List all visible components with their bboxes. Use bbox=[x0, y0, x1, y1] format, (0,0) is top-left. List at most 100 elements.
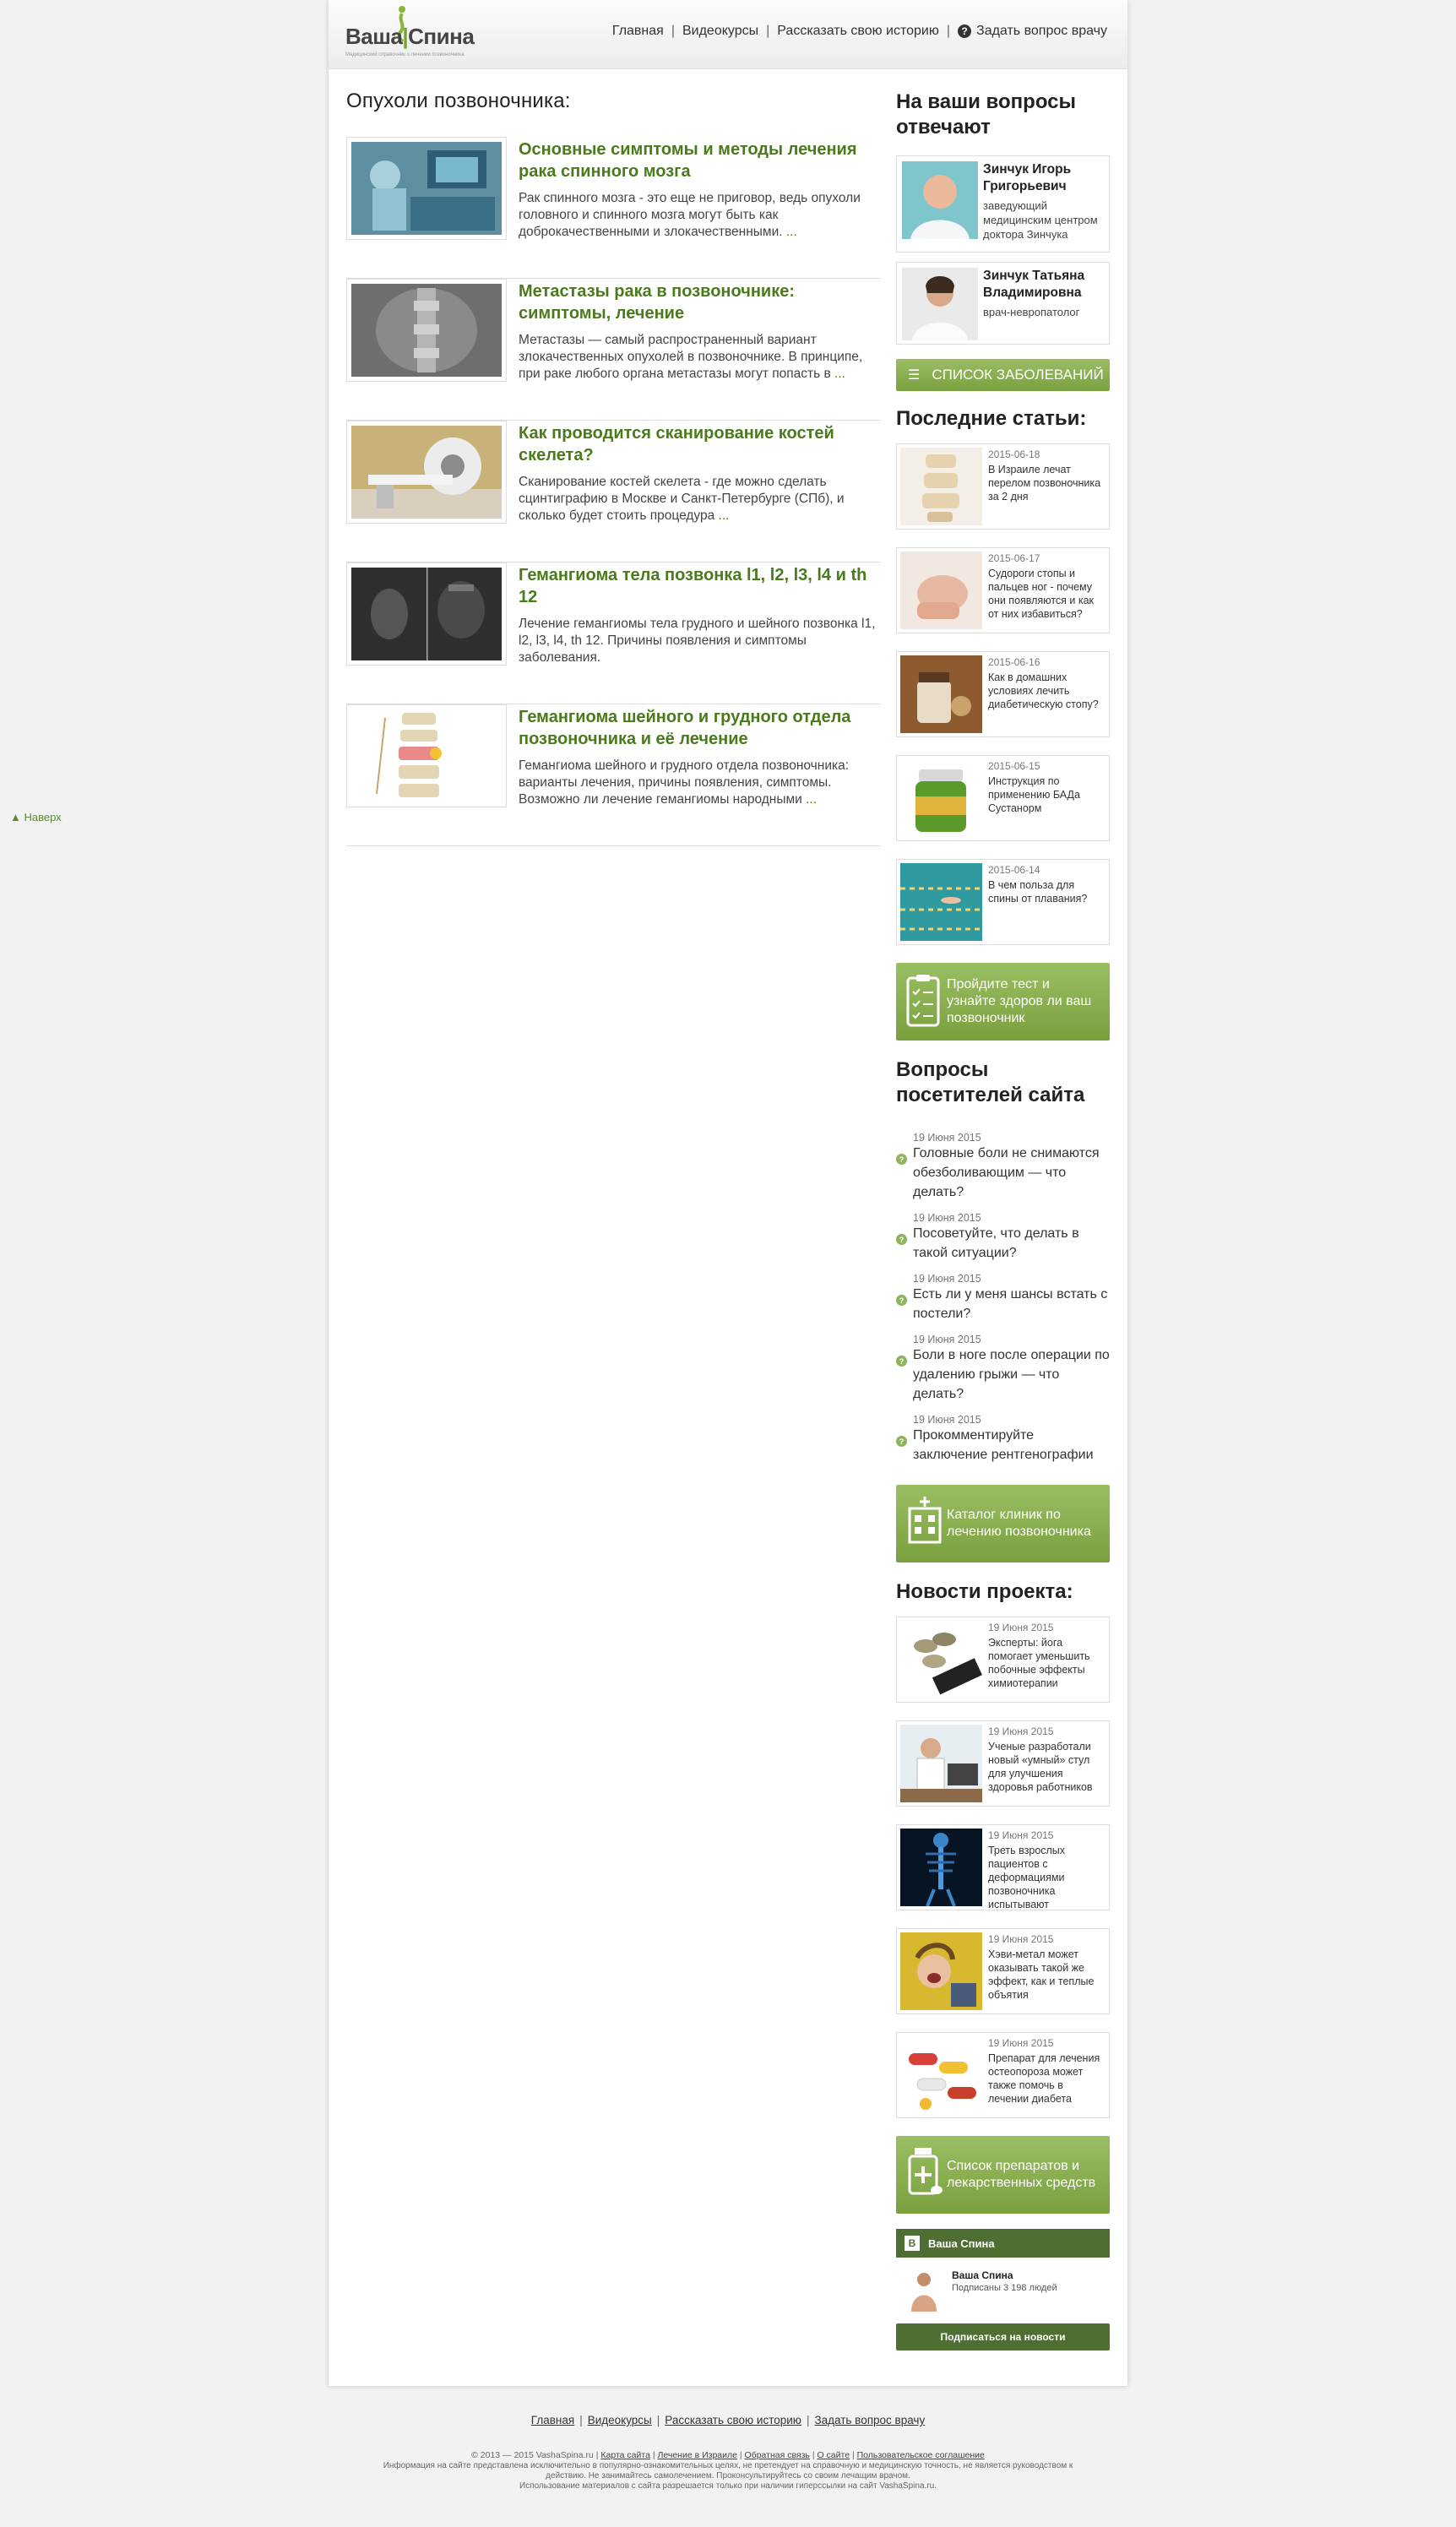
question-date: 19 Июня 2015 bbox=[913, 1414, 981, 1426]
latest-article-card[interactable]: 2015-06-14 В чем польза для спины от пла… bbox=[896, 859, 1110, 945]
drugs-list-button[interactable]: Список препаратов и лекарственных средст… bbox=[896, 2136, 1110, 2214]
news-title: Эксперты: йога помогает уменьшить побочн… bbox=[988, 1637, 1090, 1689]
news-date: 19 Июня 2015 bbox=[988, 1829, 1054, 1841]
doctor-photo bbox=[902, 268, 978, 340]
article-thumbnail[interactable] bbox=[346, 137, 507, 240]
news-card[interactable]: 19 Июня 2015 Треть взрослых пациентов с … bbox=[896, 1824, 1110, 1910]
vk-community-name[interactable]: Ваша Спина bbox=[952, 2269, 1013, 2281]
article-excerpt: Метастазы — самый распространенный вариа… bbox=[519, 333, 863, 381]
doctor-card[interactable]: Зинчук Игорь Григорьевич заведующий меди… bbox=[896, 155, 1110, 253]
copyright: © 2013 — 2015 VashaSpina.ru bbox=[471, 2450, 594, 2460]
article-date: 2015-06-17 bbox=[988, 552, 1040, 564]
article-date: 2015-06-18 bbox=[988, 448, 1040, 460]
latest-article-card[interactable]: 2015-06-15 Инструкция по применению БАДа… bbox=[896, 755, 1110, 841]
nav-tell-story[interactable]: Рассказать свою историю bbox=[777, 24, 939, 39]
article-excerpt: Сканирование костей скелета - где можно … bbox=[519, 475, 845, 523]
vk-widget-header[interactable]: В Ваша Спина bbox=[896, 2229, 1110, 2258]
footer-link-israel[interactable]: Лечение в Израиле bbox=[657, 2450, 736, 2460]
article-title: Как в домашних условиях лечить диабетиче… bbox=[988, 671, 1099, 710]
doctor-role: врач-невропатолог bbox=[983, 306, 1080, 318]
article-thumbnail[interactable] bbox=[346, 279, 507, 382]
article-title-link[interactable]: Как проводится сканирование костей скеле… bbox=[519, 422, 881, 466]
news-date: 19 Июня 2015 bbox=[988, 1725, 1054, 1737]
question-text: Головные боли не снимаются обезболивающи… bbox=[913, 1146, 1100, 1199]
footer-link-about[interactable]: О сайте bbox=[817, 2450, 850, 2460]
article-thumbnail[interactable] bbox=[346, 421, 507, 524]
doctor-card[interactable]: Зинчук Татьяна Владимировна врач-невропа… bbox=[896, 262, 1110, 345]
footer-link-agreement[interactable]: Пользовательское соглашение bbox=[857, 2450, 985, 2460]
question-item[interactable]: ? 19 Июня 2015 Посоветуйте, что делать в… bbox=[896, 1212, 1110, 1263]
question-date: 19 Июня 2015 bbox=[913, 1132, 981, 1144]
spine-model-image bbox=[900, 448, 982, 525]
footer-nav-home[interactable]: Главная bbox=[531, 2414, 574, 2426]
swimming-pool-image bbox=[900, 863, 982, 941]
question-bullet-icon: ? bbox=[896, 1154, 907, 1165]
footer-nav-ask-doctor[interactable]: Задать вопрос врачу bbox=[814, 2414, 925, 2426]
question-date: 19 Июня 2015 bbox=[913, 1212, 981, 1224]
article-date: 2015-06-14 bbox=[988, 864, 1040, 876]
diseases-list-button[interactable]: ☰ СПИСОК ЗАБОЛЕВАНИЙ bbox=[896, 359, 1110, 391]
news-date: 19 Июня 2015 bbox=[988, 1933, 1054, 1945]
back-to-top-link[interactable]: ▲ Наверх bbox=[10, 811, 62, 823]
article-title-link[interactable]: Гемангиома шейного и грудного отдела поз… bbox=[519, 706, 881, 750]
xray-vertebra-image bbox=[351, 568, 502, 660]
article-date: 2015-06-16 bbox=[988, 656, 1040, 668]
office-worker-image bbox=[900, 1725, 982, 1802]
article-excerpt: Рак спинного мозга - это еще не приговор… bbox=[519, 191, 861, 239]
nav-ask-doctor[interactable]: Задать вопрос врачу bbox=[976, 24, 1107, 39]
footer-nav-tell-story[interactable]: Рассказать свою историю bbox=[665, 2414, 801, 2426]
question-item[interactable]: ? 19 Июня 2015 Головные боли не снимаютс… bbox=[896, 1132, 1110, 1202]
questions-list: ? 19 Июня 2015 Головные боли не снимаютс… bbox=[896, 1132, 1110, 1465]
vk-logo-icon: В bbox=[905, 2236, 920, 2251]
news-card[interactable]: 19 Июня 2015 Эксперты: йога помогает уме… bbox=[896, 1617, 1110, 1703]
question-bullet-icon: ? bbox=[896, 1356, 907, 1367]
doctor-role: заведующий медицинским центром доктора З… bbox=[983, 199, 1098, 241]
question-text: Есть ли у меня шансы встать с постели? bbox=[913, 1287, 1108, 1321]
latest-article-card[interactable]: 2015-06-17 Судороги стопы и пальцев ног … bbox=[896, 547, 1110, 633]
heavy-metal-image bbox=[900, 1932, 982, 2010]
surgery-image bbox=[351, 142, 502, 235]
nav-home[interactable]: Главная bbox=[612, 24, 664, 39]
question-bullet-icon: ? bbox=[896, 1234, 907, 1245]
logo-subtitle: Медицинский справочник о лечении позвоно… bbox=[345, 52, 465, 57]
latest-article-card[interactable]: 2015-06-16 Как в домашних условиях лечит… bbox=[896, 651, 1110, 737]
footer-link-feedback[interactable]: Обратная связь bbox=[745, 2450, 810, 2460]
article-date: 2015-06-15 bbox=[988, 760, 1040, 772]
article-title-link[interactable]: Гемангиома тела позвонка l1, l2, l3, l4 … bbox=[519, 564, 881, 608]
site-footer: Главная | Видеокурсы | Рассказать свою истор… bbox=[0, 2414, 1456, 2492]
footer-links: © 2013 — 2015 VashaSpina.ru | Карта сайт… bbox=[471, 2450, 985, 2460]
question-item[interactable]: ? 19 Июня 2015 Боли в ноге после операци… bbox=[896, 1334, 1110, 1404]
site-logo[interactable]: Ваша|Спина Медицинский справочник о лече… bbox=[345, 5, 481, 61]
question-text: Боли в ноге после операции по удалению г… bbox=[913, 1348, 1110, 1401]
news-card[interactable]: 19 Июня 2015 Препарат для лечения остеоп… bbox=[896, 2032, 1110, 2118]
news-title: Ученые разработали новый «умный» стул дл… bbox=[988, 1741, 1093, 1793]
latest-article-card[interactable]: 2015-06-18 В Израиле лечат перелом позво… bbox=[896, 443, 1110, 530]
question-item[interactable]: ? 19 Июня 2015 Есть ли у меня шансы вста… bbox=[896, 1273, 1110, 1323]
news-date: 19 Июня 2015 bbox=[988, 1622, 1054, 1633]
news-card[interactable]: 19 Июня 2015 Ученые разработали новый «у… bbox=[896, 1720, 1110, 1807]
clinics-catalog-button[interactable]: Каталог клиник по лечению позвоночника bbox=[896, 1485, 1110, 1562]
footer-disclaimer: Использование материалов с сайта разреша… bbox=[519, 2481, 937, 2491]
vk-community-avatar[interactable] bbox=[903, 2268, 945, 2312]
list-icon: ☰ bbox=[908, 368, 921, 383]
page-title: Опухоли позвоночника: bbox=[346, 90, 571, 112]
question-item[interactable]: ? 19 Июня 2015 Прокомментируйте заключен… bbox=[896, 1414, 1110, 1465]
article-thumbnail[interactable] bbox=[346, 704, 507, 807]
article-title-link[interactable]: Метастазы рака в позвоночнике: симптомы,… bbox=[519, 280, 881, 324]
article-thumbnail[interactable] bbox=[346, 562, 507, 666]
article-title-link[interactable]: Основные симптомы и методы лечения рака … bbox=[519, 139, 881, 182]
footer-disclaimer: Информация на сайте представлена исключи… bbox=[383, 2461, 1073, 2470]
spine-test-button[interactable]: Пройдите тест и узнайте здоров ли ваш по… bbox=[896, 963, 1110, 1041]
footer-nav-videocourses[interactable]: Видеокурсы bbox=[588, 2414, 652, 2426]
article-item: Основные симптомы и методы лечения рака … bbox=[346, 137, 881, 279]
question-bullet-icon: ? bbox=[896, 1436, 907, 1447]
xray-spine-image bbox=[351, 284, 502, 377]
vk-subscribe-button[interactable]: Подписаться на новости bbox=[896, 2323, 1110, 2350]
footer-link-sitemap[interactable]: Карта сайта bbox=[600, 2450, 650, 2460]
nav-videocourses[interactable]: Видеокурсы bbox=[682, 24, 758, 39]
top-navigation: Главная | Видеокурсы | Рассказать свою и… bbox=[611, 24, 1107, 39]
article-item: Гемангиома тела позвонка l1, l2, l3, l4 … bbox=[346, 562, 881, 704]
doctor-photo bbox=[902, 161, 978, 239]
news-card[interactable]: 19 Июня 2015 Хэви-метал может оказывать … bbox=[896, 1928, 1110, 2014]
article-excerpt: Гемангиома шейного и грудного отдела поз… bbox=[519, 758, 850, 807]
